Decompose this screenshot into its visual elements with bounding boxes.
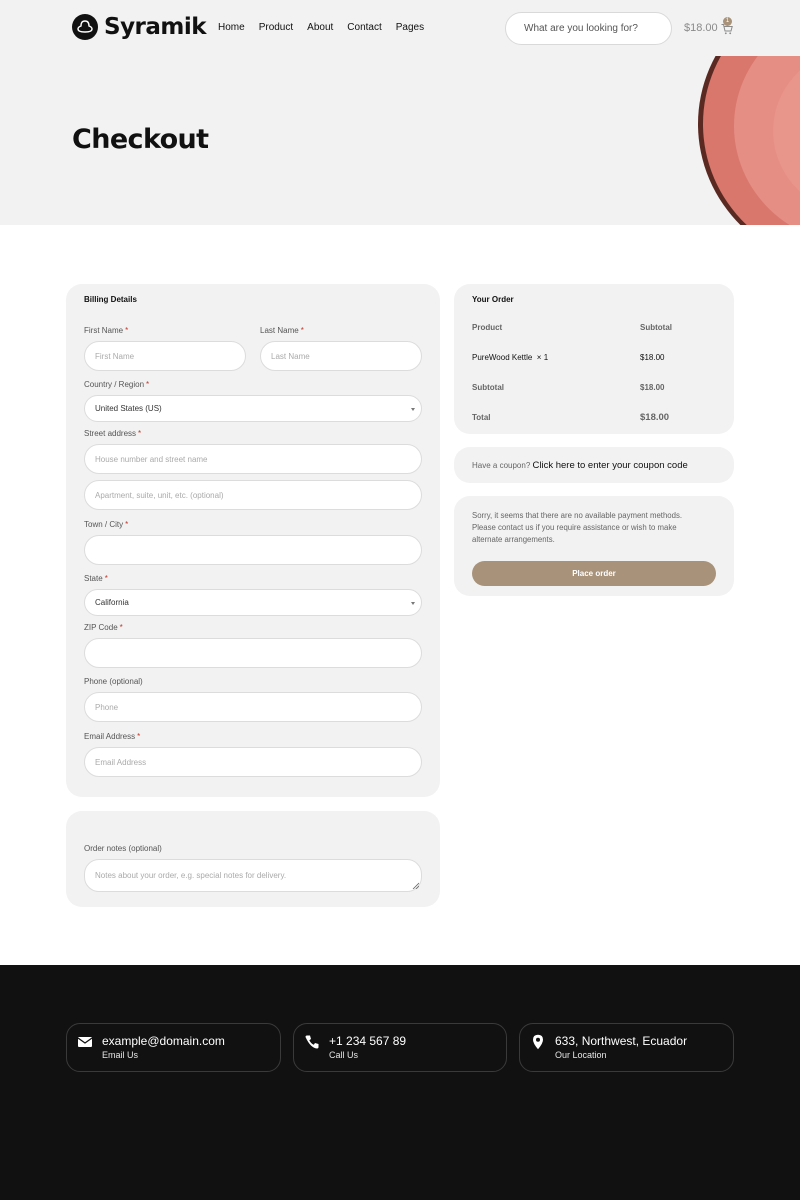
street-address-label: Street address * [84, 429, 142, 438]
order-item-name: PureWood Kettle × 1 [472, 353, 549, 362]
subtotal-value: $18.00 [640, 383, 665, 392]
nav-contact[interactable]: Contact [347, 22, 381, 33]
col-subtotal-header: Subtotal [640, 323, 672, 332]
nav-product[interactable]: Product [259, 22, 293, 33]
order-notes-textarea[interactable]: Notes about your order, e.g. special not… [84, 859, 422, 892]
site-header: Syramik Home Product About Contact Pages… [0, 0, 800, 56]
zip-field[interactable] [84, 638, 422, 668]
map-pin-icon [533, 1034, 543, 1050]
nav-about[interactable]: About [307, 22, 333, 33]
order-notes-label: Order notes (optional) [84, 844, 162, 853]
footer-email-value: example@domain.com [102, 1034, 225, 1048]
footer-location-value: 633, Northwest, Ecuador [555, 1034, 688, 1048]
last-name-label: Last Name * [260, 326, 304, 335]
main-nav: Home Product About Contact Pages [218, 22, 424, 33]
nav-home[interactable]: Home [218, 22, 245, 33]
plate-image [698, 56, 800, 225]
search-input[interactable] [505, 12, 672, 45]
footer-email-box[interactable]: example@domain.com Email Us [66, 1023, 281, 1072]
your-order-card: Your Order Product Subtotal PureWood Ket… [454, 284, 734, 434]
order-title: Your Order [472, 295, 514, 304]
street-address-field[interactable]: House number and street name [84, 444, 422, 474]
billing-details-card: Billing Details First Name * First Name L… [66, 284, 440, 797]
subtotal-label: Subtotal [472, 383, 504, 392]
last-name-field[interactable]: Last Name [260, 341, 422, 371]
email-label: Email Address * [84, 732, 141, 741]
envelope-icon [77, 1037, 93, 1047]
page-title: Checkout [72, 124, 209, 155]
footer-phone-value: +1 234 567 89 [329, 1034, 407, 1048]
cart-count-badge: 1 [723, 17, 732, 26]
payment-card: Sorry, it seems that there are no availa… [454, 496, 734, 596]
footer-email-label: Email Us [102, 1050, 139, 1060]
coupon-prompt: Have a coupon? Click here to enter your … [472, 460, 688, 471]
place-order-button[interactable]: Place order [472, 561, 716, 586]
total-value: $18.00 [640, 412, 670, 423]
email-field[interactable]: Email Address [84, 747, 422, 777]
phone-field[interactable]: Phone [84, 692, 422, 722]
phone-icon [305, 1035, 319, 1049]
chevron-down-icon [411, 408, 415, 411]
coupon-card: Have a coupon? Click here to enter your … [454, 447, 734, 483]
country-label: Country / Region * [84, 380, 150, 389]
payment-notice: Sorry, it seems that there are no availa… [472, 511, 683, 544]
phone-label: Phone (optional) [84, 677, 143, 686]
billing-title: Billing Details [84, 295, 137, 304]
nav-pages[interactable]: Pages [396, 22, 424, 33]
col-product-header: Product [472, 323, 503, 332]
resize-handle-icon[interactable] [412, 882, 419, 889]
site-footer: example@domain.com Email Us +1 234 567 8… [0, 965, 800, 1200]
coupon-link[interactable]: Click here to enter your coupon code [533, 460, 688, 471]
town-field[interactable] [84, 535, 422, 565]
town-label: Town / City * [84, 520, 129, 529]
street-address-2-field[interactable]: Apartment, suite, unit, etc. (optional) [84, 480, 422, 510]
page-hero: Checkout [0, 56, 800, 225]
order-notes-card: Order notes (optional) Notes about your … [66, 811, 440, 907]
logo-text: Syramik [104, 14, 207, 40]
footer-location-label: Our Location [555, 1050, 607, 1060]
logo[interactable]: Syramik [72, 14, 207, 40]
footer-phone-label: Call Us [329, 1050, 359, 1060]
footer-location-box[interactable]: 633, Northwest, Ecuador Our Location [519, 1023, 734, 1072]
first-name-label: First Name * [84, 326, 129, 335]
zip-label: ZIP Code * [84, 623, 123, 632]
state-select[interactable]: California [84, 589, 422, 616]
logo-mark-icon [72, 14, 98, 40]
country-select[interactable]: United States (US) [84, 395, 422, 422]
order-item-price: $18.00 [640, 353, 665, 362]
chevron-down-icon [411, 602, 415, 605]
first-name-field[interactable]: First Name [84, 341, 246, 371]
footer-phone-box[interactable]: +1 234 567 89 Call Us [293, 1023, 507, 1072]
state-label: State * [84, 574, 108, 583]
total-label: Total [472, 413, 491, 422]
cart-total: $18.00 [684, 22, 718, 34]
